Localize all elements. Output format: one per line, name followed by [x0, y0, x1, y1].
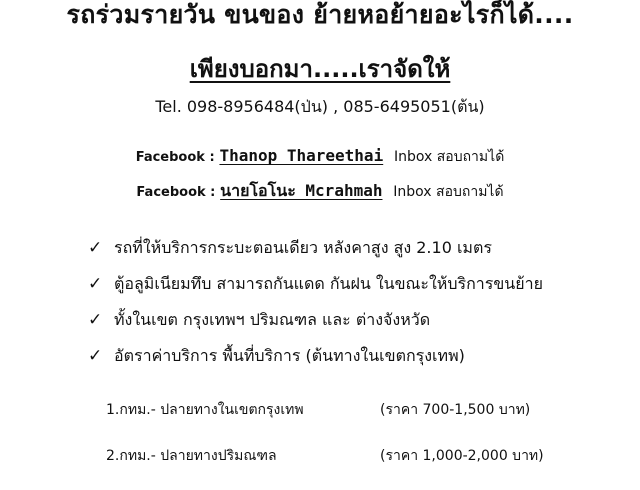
facebook-label: Facebook :: [135, 150, 215, 165]
list-item-text: รถที่ให้บริการกระบะตอนเดียว หลังคาสูง สู…: [114, 238, 492, 257]
subtitle-text: เพียงบอกมา.....เราจัดให้: [189, 55, 451, 83]
phone-numbers: Tel. 098-8956484(ป่น) , 085-6495051(ต้น): [155, 97, 485, 116]
page-subtitle: เพียงบอกมา.....เราจัดให้: [0, 54, 640, 84]
check-icon: ✓: [88, 238, 103, 258]
price-route: 1.กทม.- ปลายทางในเขตกรุงเทพ: [106, 402, 304, 418]
service-checklist: ✓ รถที่ให้บริการกระบะตอนเดียว หลังคาสูง ส…: [88, 236, 543, 380]
list-item: ✓ ตู้อลูมิเนียมทึบ สามารถกันแดด กันฝน ในข…: [88, 272, 543, 308]
facebook-label: Facebook :: [136, 185, 216, 200]
price-row: 1.กทม.- ปลายทางในเขตกรุงเทพ (ราคา 700-1,…: [106, 398, 566, 444]
facebook-inbox-text: Inbox สอบถามได้: [393, 184, 504, 200]
check-icon: ✓: [88, 346, 103, 366]
list-item: ✓ รถที่ให้บริการกระบะตอนเดียว หลังคาสูง ส…: [88, 236, 543, 272]
check-icon: ✓: [88, 310, 103, 330]
list-item-text: อัตราค่าบริการ พื้นที่บริการ (ต้นทางในเข…: [114, 346, 465, 365]
list-item-text: ทั้งในเขต กรุงเทพฯ ปริมณฑล และ ต่างจังหว…: [114, 310, 431, 329]
facebook-line-1: Facebook : Thanop Thareethai Inbox สอบถา…: [0, 145, 640, 169]
price-amount: (ราคา 1,000-2,000 บาท): [380, 448, 544, 464]
facebook-inbox-text: Inbox สอบถามได้: [393, 149, 505, 165]
list-item: ✓ อัตราค่าบริการ พื้นที่บริการ (ต้นทางในเ…: [88, 344, 543, 380]
list-item-text: ตู้อลูมิเนียมทึบ สามารถกันแดด กันฝน ในขณ…: [114, 274, 543, 293]
page-title: รถร่วมรายวัน ขนของ ย้ายหอย้ายอะไรก็ได้..…: [66, 0, 574, 29]
list-item: ✓ ทั้งในเขต กรุงเทพฯ ปริมณฑล และ ต่างจังห…: [88, 308, 543, 344]
price-row: 2.กทม.- ปลายทางปริมณฑล (ราคา 1,000-2,000…: [106, 444, 566, 490]
facebook-line-2: Facebook : นายโอโนะ Mcrahmah Inbox สอบถา…: [0, 180, 640, 204]
price-amount: (ราคา 700-1,500 บาท): [380, 402, 531, 418]
price-route: 2.กทม.- ปลายทางปริมณฑล: [106, 448, 277, 464]
facebook-account-link[interactable]: Thanop Thareethai: [219, 146, 383, 165]
facebook-account-link[interactable]: นายโอโนะ Mcrahmah: [220, 181, 382, 200]
flyer: รถร่วมรายวัน ขนของ ย้ายหอย้ายอะไรก็ได้..…: [0, 0, 640, 480]
pricing-list: 1.กทม.- ปลายทางในเขตกรุงเทพ (ราคา 700-1,…: [106, 398, 566, 490]
check-icon: ✓: [88, 274, 103, 294]
